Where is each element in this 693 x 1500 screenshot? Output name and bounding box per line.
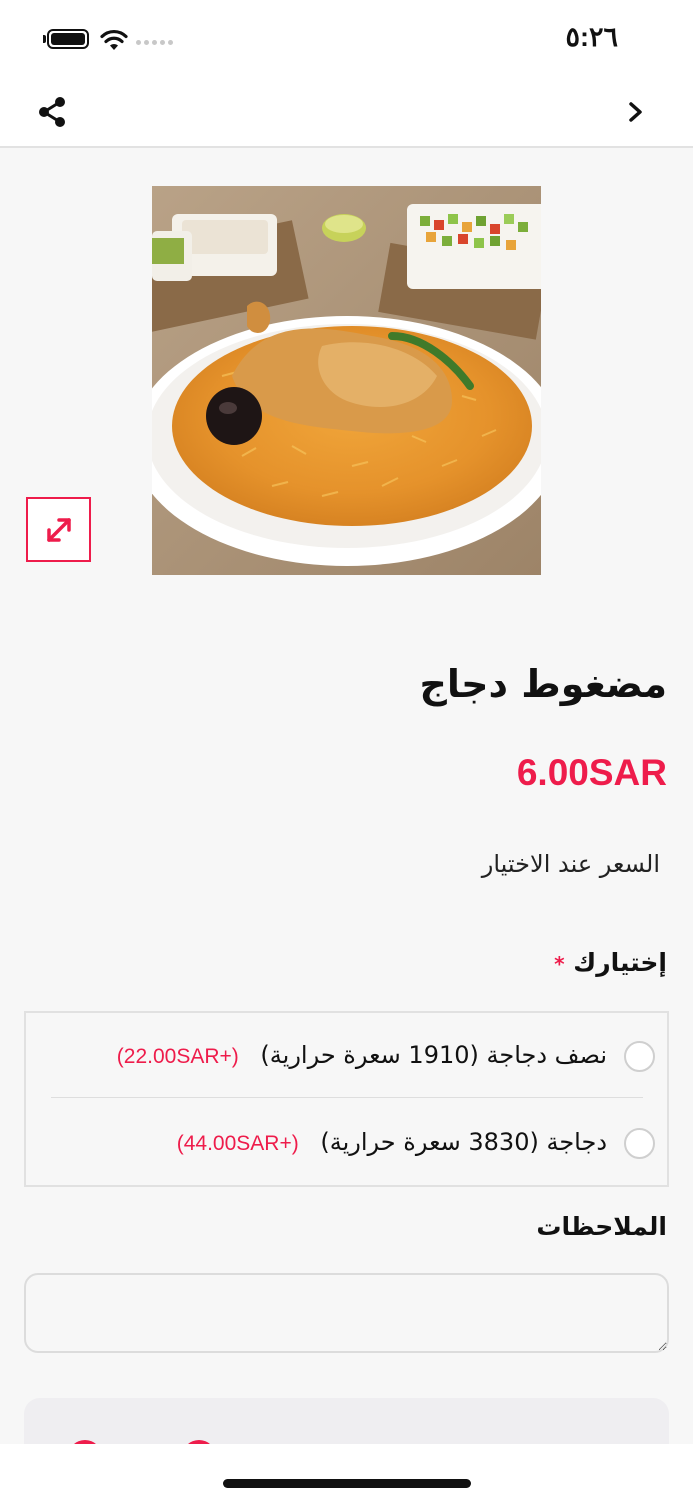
battery-cap [43,35,46,43]
expand-icon [46,517,71,542]
status-bar: ٥:٢٦ [0,0,693,75]
dish-image [152,186,541,575]
option-label: نصف دجاجة (1910 سعرة حرارية) [260,1041,607,1069]
chevron-right-icon[interactable] [621,97,651,127]
share-icon[interactable] [33,93,71,131]
option-label-wrap: نصف دجاجة (1910 سعرة حرارية) (+22.00SAR) [117,1041,607,1069]
home-area [0,1444,693,1500]
choice-label-text: إختيارك [573,948,667,977]
signal-icon [136,40,173,45]
notes-input[interactable] [24,1273,669,1353]
radio-button[interactable] [624,1041,655,1072]
wifi-icon [100,29,128,50]
notes-title: الملاحظات [536,1212,667,1241]
nav-bar [0,75,693,148]
dish-price: 6.00SAR [516,752,667,793]
option-whole-chicken[interactable]: دجاجة (3830 سعرة حرارية) (+44.00SAR) [26,1100,667,1186]
radio-button[interactable] [624,1128,655,1159]
option-half-chicken[interactable]: نصف دجاجة (1910 سعرة حرارية) (+22.00SAR) [26,1013,667,1099]
add-to-cart-panel [24,1398,669,1444]
option-price: (+22.00SAR) [116,1045,239,1068]
status-time: ٥:٢٦ [565,22,618,52]
options-list: نصف دجاجة (1910 سعرة حرارية) (+22.00SAR)… [24,1011,669,1187]
option-price: (+44.00SAR) [176,1132,299,1155]
dish-name: مضغوط دجاج [419,662,667,706]
divider [51,1097,643,1098]
required-mark: * [554,952,565,976]
home-indicator[interactable] [223,1479,471,1488]
option-label-wrap: دجاجة (3830 سعرة حرارية) (+44.00SAR) [177,1128,607,1156]
battery-icon [47,29,89,49]
expand-image-button[interactable] [26,497,91,562]
option-label: دجاجة (3830 سعرة حرارية) [320,1128,607,1156]
choice-section-title: * إختيارك [546,948,667,977]
price-note: السعر عند الاختيار [481,850,660,878]
